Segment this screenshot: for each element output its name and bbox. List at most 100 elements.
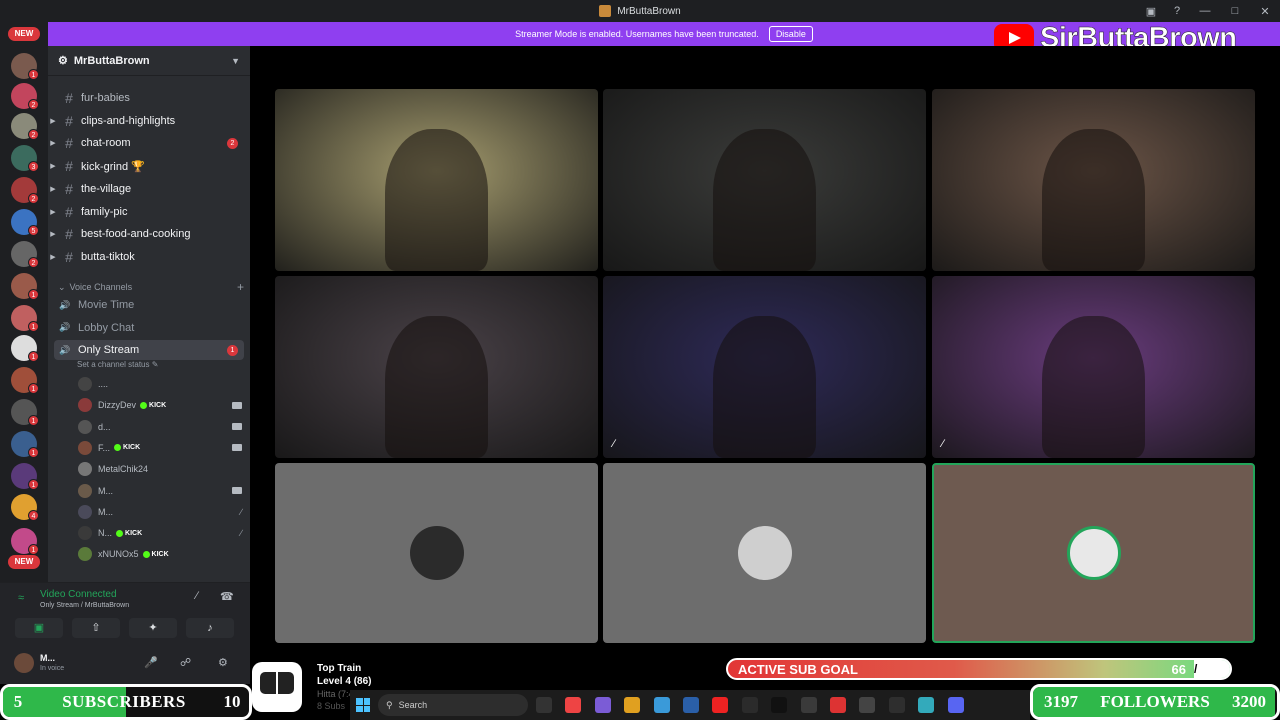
help-icon[interactable]: ? [1164,5,1190,17]
settings-icon[interactable]: ⚙ [218,656,228,669]
inbox-icon[interactable]: ▣ [1138,5,1164,18]
taskbar-app-icon[interactable] [800,697,817,713]
taskbar-app-icon[interactable] [536,697,552,713]
taskbar-app-icon[interactable] [771,697,788,713]
server-badge: 1 [28,479,39,490]
voice-connection-panel: ≈ Video Connected Only Stream / MrButtaB… [0,582,250,644]
minimize-button[interactable]: — [1190,5,1220,17]
mic-off-icon: ∕ [240,506,242,517]
channel-item[interactable]: ▶ # family-pic [48,202,250,222]
disable-button[interactable]: Disable [768,26,813,42]
voice-member[interactable]: F... KICK [78,438,242,458]
channel-item[interactable]: ▶ # kick-grind 🏆 [48,156,250,176]
voice-category-label: Voice Channels [69,282,133,292]
taskbar-app-icon[interactable] [859,697,876,713]
avatar [78,483,92,498]
voice-member[interactable]: .... [78,374,242,394]
channel-status-text: Set a channel status [77,360,150,369]
voice-member[interactable]: M... ∕ [78,502,242,522]
kick-badge: KICK [143,551,169,558]
hash-icon: # [65,112,73,129]
microphone-icon[interactable]: 🎤 [144,656,158,669]
taskbar-app-icon[interactable] [888,697,905,713]
voice-location[interactable]: Only Stream / MrButtaBrown [40,602,129,609]
voice-member[interactable]: DizzyDev KICK [78,395,242,415]
activities-button[interactable]: ✦ [129,618,177,638]
channel-item[interactable]: # fur-babies [48,88,250,108]
soundboard-button[interactable]: ♪ [186,618,234,638]
chevron-right-icon: ▶ [50,117,56,125]
signal-icon[interactable]: ≈ [18,592,24,604]
hash-icon: # [65,158,73,175]
member-name: M... [98,485,113,496]
avatar-tile[interactable] [603,463,926,643]
chevron-right-icon: ▶ [50,231,56,239]
headphones-icon[interactable]: ☍ [180,656,191,669]
video-tile[interactable]: ∕ [932,276,1255,458]
voice-member[interactable]: N... KICK ∕ [78,523,242,543]
search-icon: ⚲ [386,699,393,710]
taskbar-app-icon[interactable] [918,697,935,713]
voice-member[interactable]: MetalChik24 [78,459,242,479]
server-header[interactable]: ⚙ MrButtaBrown ▼ [48,46,250,76]
video-tile[interactable]: ∕ [603,276,926,458]
hash-icon: # [65,226,73,243]
taskbar-app-icon[interactable] [741,697,758,713]
video-tile[interactable] [932,89,1255,271]
taskbar-app-icon[interactable] [565,697,582,713]
voice-member[interactable]: d... [78,417,242,437]
avatar-tile[interactable] [275,463,598,643]
taskbar-search[interactable]: ⚲ Search [378,694,528,716]
kick-badge: KICK [114,444,140,451]
screen: MrButtaBrown ▣ ? — □ ✕ Streamer Mode is … [0,0,1280,720]
maximize-button[interactable]: □ [1220,5,1250,17]
screen-share-button[interactable]: ⇧ [72,618,120,638]
taskbar-app-icon[interactable] [830,697,846,713]
window-title: MrButtaBrown [599,5,681,17]
channel-item[interactable]: ▶ # butta-tiktok [48,247,250,267]
avatar-tile[interactable] [932,463,1255,643]
followers-goal: 3200 [1232,692,1266,711]
taskbar-app-icon[interactable] [594,697,611,713]
video-tile[interactable] [603,89,926,271]
camera-button[interactable]: ▣ [15,618,63,638]
server-badge: 4 [28,510,39,521]
taskbar-app-icon[interactable] [653,697,670,713]
video-tile[interactable] [275,276,598,458]
voice-category[interactable]: ⌄ Voice Channels + [58,280,244,294]
voice-member[interactable]: xNUNOx5 KICK [78,544,242,564]
speaker-icon: 🔊 [59,322,71,333]
voice-channel-item[interactable]: 🔊 Only Stream 1 [54,340,244,361]
taskbar-app-icon[interactable] [712,697,729,713]
voice-channel-item[interactable]: 🔊 Movie Time [54,295,244,315]
windows-start-icon[interactable] [356,698,370,712]
avatar [78,547,92,562]
channel-item[interactable]: ▶ # the-village [48,179,250,199]
taskbar-app-icon[interactable] [947,697,964,713]
channel-status[interactable]: Set a channel status ✎ [77,360,158,369]
disconnect-icon[interactable]: ☎ [220,590,234,603]
server-icon: ⚙ [58,55,68,67]
voice-channel-item[interactable]: 🔊 Lobby Chat [54,318,244,338]
taskbar-app-icon[interactable] [624,697,641,713]
taskbar-app-icon[interactable] [683,697,699,713]
video-tile[interactable] [275,89,598,271]
voice-member[interactable]: M... [78,481,242,501]
channel-item[interactable]: ▶ # best-food-and-cooking [48,224,250,244]
chevron-right-icon: ▶ [50,208,56,216]
add-channel-icon[interactable]: + [237,280,244,294]
user-avatar [409,526,464,580]
member-name: d... [98,421,111,432]
camera-icon [232,444,242,452]
noise-suppression-icon[interactable]: ∕ [196,590,198,602]
member-name: F... [98,442,111,453]
avatar[interactable] [14,653,34,673]
avatar [78,440,92,455]
sub-goal-bar: ACTIVE SUB GOAL 66 / 71 [726,658,1232,680]
voice-status[interactable]: Video Connected [40,589,117,600]
channel-item[interactable]: ▶ # clips-and-highlights [48,111,250,131]
voice-badge: 1 [227,344,238,356]
channel-item[interactable]: ▶ # chat-room 2 [48,133,250,153]
camera-icon [232,487,242,494]
close-button[interactable]: ✕ [1250,5,1280,18]
